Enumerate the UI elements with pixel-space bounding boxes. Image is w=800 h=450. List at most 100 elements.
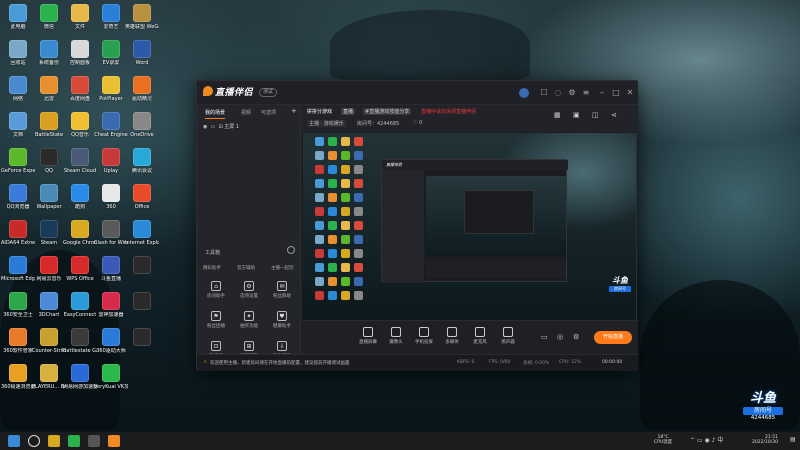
- desktop-icon[interactable]: Uplay: [94, 148, 128, 174]
- tab-my-scenes[interactable]: 我的场景: [205, 109, 226, 119]
- desktop-icon[interactable]: Wallpaper: [32, 184, 66, 210]
- search-icon[interactable]: [28, 435, 40, 447]
- desktop-icon[interactable]: 网易网游加速器: [63, 364, 97, 390]
- source-button[interactable]: 手机投屏: [413, 327, 435, 345]
- desktop-icon[interactable]: 此电脑: [1, 4, 35, 30]
- desktop-icon[interactable]: 回收站: [1, 40, 35, 66]
- beauty-icon[interactable]: ◫: [592, 111, 599, 119]
- notification-icon[interactable]: ▤: [790, 437, 796, 443]
- source-button[interactable]: 摄像头: [385, 327, 407, 345]
- desktop-icon[interactable]: 360安全卫士: [1, 292, 35, 318]
- desktop-icon[interactable]: 驱动精灵: [125, 76, 159, 102]
- go-live-button[interactable]: 开始直播: [594, 331, 632, 344]
- desktop-icon[interactable]: GeForce Experience: [1, 148, 35, 174]
- menu-icon[interactable]: ≡: [580, 87, 592, 99]
- desktop-icon[interactable]: PotPlayer: [94, 76, 128, 102]
- desktop-icon[interactable]: 360极速浏览器: [1, 364, 35, 390]
- skin-icon[interactable]: ◌: [552, 87, 564, 99]
- desktop-icon[interactable]: AIDA64 Extreme: [1, 220, 35, 246]
- desktop-icon[interactable]: 360: [94, 184, 128, 210]
- add-scene-icon[interactable]: +: [291, 107, 297, 115]
- tool-official-assist[interactable]: 官方辅助: [237, 265, 255, 271]
- message-icon[interactable]: ☐: [538, 87, 550, 99]
- desktop-icon[interactable]: Office: [125, 184, 159, 210]
- desktop-icon[interactable]: Microsoft Edge: [1, 256, 35, 282]
- source-button[interactable]: 多媒体: [441, 327, 463, 345]
- desktop-icon[interactable]: 文档: [1, 112, 35, 138]
- desktop-icon[interactable]: 控制面板: [63, 40, 97, 66]
- desktop-icon[interactable]: OneDrive: [125, 112, 159, 138]
- desktop-icon[interactable]: PLAYERU... BATTLEGR...: [32, 364, 66, 390]
- desktop-icon[interactable]: WPS Office: [63, 256, 97, 282]
- record-toggle-icon[interactable]: ◎: [557, 333, 563, 341]
- desktop-icon[interactable]: 雷神加速器: [94, 292, 128, 318]
- desktop-icon[interactable]: 360驱动大师: [94, 328, 128, 354]
- desktop-icon[interactable]: QQ: [32, 148, 66, 174]
- tool-item[interactable]: ✉ 粉丝群助: [267, 281, 297, 299]
- source-button[interactable]: 扬声器: [497, 327, 519, 345]
- desktop-icon[interactable]: 腾讯会议: [125, 148, 159, 174]
- room-title[interactable]: 拼拼分游戏: [307, 108, 332, 115]
- anchor-tag[interactable]: 主播 · 游戏娱乐: [307, 120, 346, 127]
- tool-play-together[interactable]: 主播一起玩: [271, 265, 294, 271]
- tools-toggle-icon[interactable]: [287, 246, 295, 254]
- app-titlebar[interactable]: 直播伴侣 测试 ☐ ◌ ⚙ ≡ – □ ✕: [197, 81, 638, 105]
- chrome-icon[interactable]: [48, 435, 60, 447]
- desktop-icon[interactable]: Google Chrome: [63, 220, 97, 246]
- tray-icons[interactable]: ⌃ ▭ ◉ ♪ 中: [690, 438, 723, 444]
- live-companion-window[interactable]: 直播伴侣 测试 ☐ ◌ ⚙ ≡ – □ ✕ 我的场景 视频 可选项 + ◉ ▭ …: [196, 80, 638, 371]
- desktop-icon[interactable]: QQ音乐: [63, 112, 97, 138]
- desktop-icon[interactable]: 酷狗: [63, 184, 97, 210]
- desktop-icon[interactable]: 系统备份: [32, 40, 66, 66]
- windows-start-icon[interactable]: [8, 435, 20, 447]
- tool-item[interactable]: ♥ 健康助手: [267, 311, 297, 329]
- desktop-icon[interactable]: Steam Cloud: [63, 148, 97, 174]
- desktop-icon[interactable]: EV录屏: [94, 40, 128, 66]
- desktop-icon[interactable]: 爱奇艺: [94, 4, 128, 30]
- desktop-icon[interactable]: Word: [125, 40, 159, 66]
- maximize-icon[interactable]: □: [610, 87, 622, 99]
- wechat-icon[interactable]: [68, 435, 80, 447]
- camera-toggle-icon[interactable]: ▭: [541, 333, 548, 341]
- desktop-icon[interactable]: Internet Explorer: [125, 220, 159, 246]
- close-icon[interactable]: ✕: [624, 87, 636, 99]
- record-icon[interactable]: ▣: [573, 111, 580, 119]
- layout-icon[interactable]: ▦: [554, 111, 561, 119]
- desktop-icon[interactable]: VeryKuai VK加速器: [94, 364, 128, 390]
- desktop-icon[interactable]: Counter-Strike Global Off...: [32, 328, 66, 354]
- desktop-icon[interactable]: 微信: [32, 4, 66, 30]
- desktop-icon[interactable]: 百度网盘: [63, 76, 97, 102]
- tool-item[interactable]: ✦ 抽奖功能: [234, 311, 264, 329]
- desktop-icon[interactable]: 斗鱼直播: [94, 256, 128, 282]
- desktop-icon[interactable]: EasyConnect: [63, 292, 97, 318]
- desktop-icon[interactable]: [125, 292, 159, 312]
- tray-weather[interactable]: 18°C CPU温度: [654, 435, 672, 445]
- category-tag[interactable]: #直播游戏技能分享: [363, 108, 412, 115]
- desktop-icon[interactable]: 网络: [1, 76, 35, 102]
- desktop-icon[interactable]: BattleState: [32, 112, 66, 138]
- tab-options[interactable]: 可选项: [261, 109, 276, 116]
- tab-video[interactable]: 视频: [241, 109, 251, 116]
- desktop-icon[interactable]: 360软件管家: [1, 328, 35, 354]
- desktop-icon[interactable]: 英雄联盟 WeGame版: [125, 4, 159, 30]
- user-avatar[interactable]: [519, 88, 529, 98]
- tool-item[interactable]: ⚙ 选项设置: [234, 281, 264, 299]
- desktop-icon[interactable]: 迅雷: [32, 76, 66, 102]
- desktop-icon[interactable]: Clash for Windows: [94, 220, 128, 246]
- terminal-icon[interactable]: [88, 435, 100, 447]
- tray-clock[interactable]: 21:51 2022/10/30: [752, 435, 778, 445]
- settings-icon[interactable]: ⚙: [566, 87, 578, 99]
- source-button[interactable]: 直播屏幕: [357, 327, 379, 345]
- douyu-icon[interactable]: [108, 435, 120, 447]
- desktop-icon[interactable]: Battlestate Games L...: [63, 328, 97, 354]
- minimize-icon[interactable]: –: [596, 87, 608, 99]
- desktop-icon[interactable]: 文件: [63, 4, 97, 30]
- desktop-icon[interactable]: [125, 256, 159, 276]
- share-icon[interactable]: ⋖: [611, 111, 617, 119]
- tool-highlight-helper[interactable]: 精彩助手: [203, 265, 221, 271]
- desktop-icon[interactable]: [125, 328, 159, 348]
- source-button[interactable]: 麦克风: [469, 327, 491, 345]
- desktop-icon[interactable]: QQ浏览器: [1, 184, 35, 210]
- tool-item[interactable]: ⌂ 房间助手: [201, 281, 231, 299]
- gear-icon[interactable]: ⚙: [573, 333, 579, 341]
